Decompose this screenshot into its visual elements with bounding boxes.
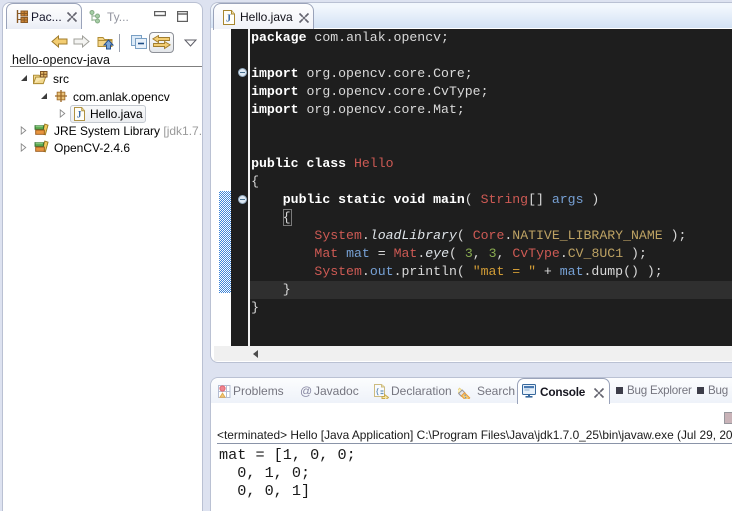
svg-text:J: J [226,14,231,25]
svg-text:J: J [77,110,82,120]
